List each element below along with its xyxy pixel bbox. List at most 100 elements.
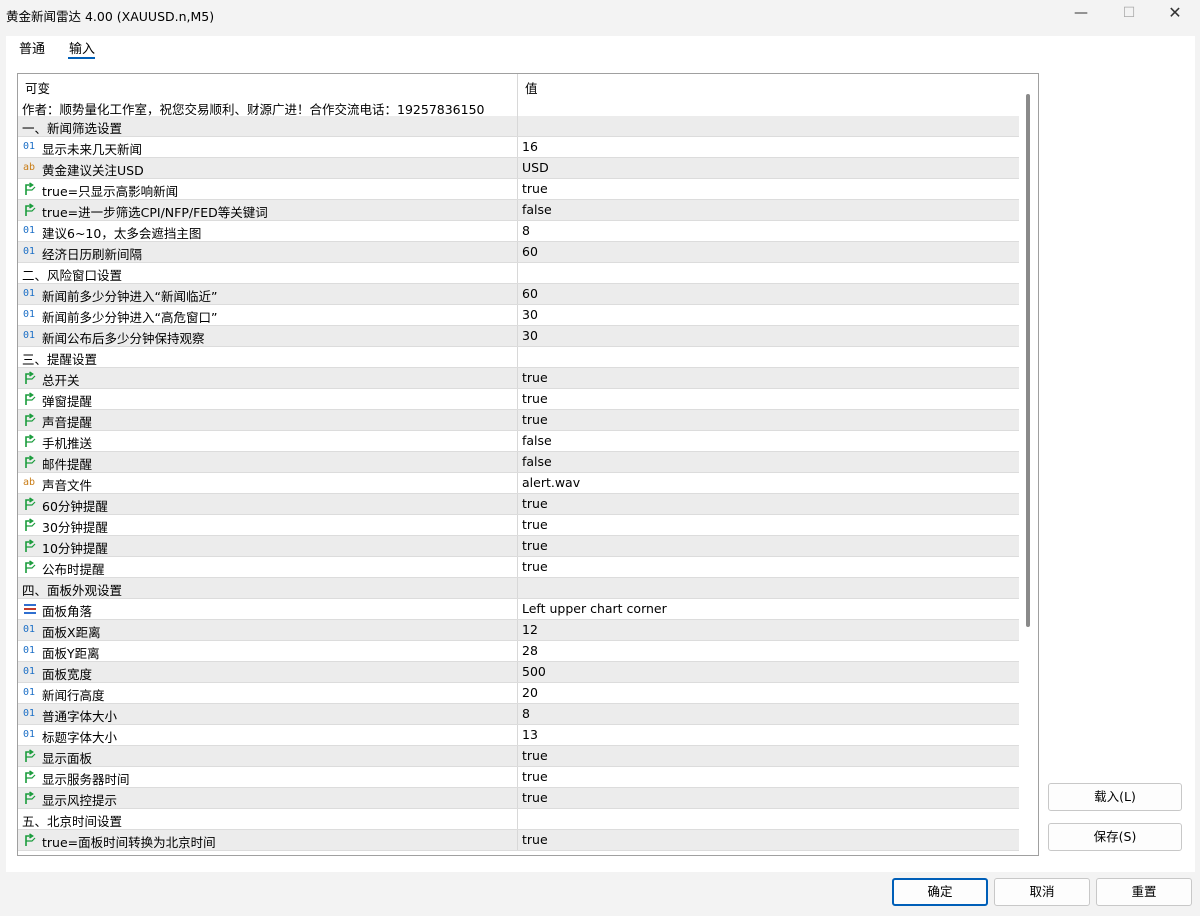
param-name-cell: 一、新闻筛选设置 [18,116,518,136]
param-value[interactable]: false [522,454,552,469]
param-value[interactable]: 16 [522,139,538,154]
param-row[interactable]: 显示服务器时间 true [18,767,1019,788]
scrollbar-thumb[interactable] [1026,94,1030,627]
close-button[interactable]: ✕ [1152,0,1198,28]
param-row[interactable]: 01 标题字体大小 13 [18,725,1019,746]
param-value[interactable]: true [522,370,548,385]
param-row[interactable]: 公布时提醒 true [18,557,1019,578]
param-value[interactable]: 28 [522,643,538,658]
param-value[interactable]: true [522,559,548,574]
save-button[interactable]: 保存(S) [1048,823,1182,851]
param-row[interactable]: 01 新闻前多少分钟进入“高危窗口” 30 [18,305,1019,326]
param-row[interactable]: 60分钟提醒 true [18,494,1019,515]
param-row[interactable]: 声音提醒 true [18,410,1019,431]
param-row[interactable]: 01 建议6~10，太多会遮挡主图 8 [18,221,1019,242]
bool-icon [23,518,37,532]
column-divider[interactable] [517,74,518,116]
integer-icon: 01 [23,708,36,719]
section-row[interactable]: 二、风险窗口设置 [18,263,1019,284]
param-row[interactable]: 01 普通字体大小 8 [18,704,1019,725]
section-row[interactable]: 三、提醒设置 [18,347,1019,368]
ok-button[interactable]: 确定 [892,878,988,906]
bool-icon [23,539,37,553]
reset-button[interactable]: 重置 [1096,878,1192,906]
param-label: true=只显示高影响新闻 [42,184,179,199]
param-label: true=进一步筛选CPI/NFP/FED等关键词 [42,205,268,220]
param-label: 一、新闻筛选设置 [22,121,123,136]
param-row[interactable]: true=只显示高影响新闻 true [18,179,1019,200]
param-row[interactable]: 01 新闻公布后多少分钟保持观察 30 [18,326,1019,347]
param-value[interactable]: true [522,769,548,784]
param-row[interactable]: 01 新闻行高度 20 [18,683,1019,704]
param-value[interactable]: true [522,538,548,553]
param-name-cell: 01 面板X距离 [18,620,518,640]
param-row[interactable]: 30分钟提醒 true [18,515,1019,536]
minimize-button[interactable]: — [1058,0,1104,28]
param-row[interactable]: ab 黄金建议关注USD USD [18,158,1019,179]
section-row[interactable]: 五、北京时间设置 [18,809,1019,830]
param-value[interactable]: 20 [522,685,538,700]
param-row[interactable]: ab 声音文件 alert.wav [18,473,1019,494]
param-value[interactable]: 60 [522,286,538,301]
param-value[interactable]: Left upper chart corner [522,601,667,616]
param-value[interactable]: false [522,433,552,448]
param-name-cell: true=进一步筛选CPI/NFP/FED等关键词 [18,200,518,220]
column-header-value[interactable]: 值 [525,78,538,97]
param-row[interactable]: 01 面板Y距离 28 [18,641,1019,662]
param-row[interactable]: 01 新闻前多少分钟进入“新闻临近” 60 [18,284,1019,305]
tab-inputs[interactable]: 输入 [69,38,95,57]
param-row[interactable]: 10分钟提醒 true [18,536,1019,557]
param-value[interactable]: 500 [522,664,546,679]
maximize-button[interactable]: ☐ [1106,0,1152,28]
section-row[interactable]: 四、面板外观设置 [18,578,1019,599]
param-value[interactable]: 30 [522,328,538,343]
param-value[interactable]: 13 [522,727,538,742]
param-value[interactable]: 60 [522,244,538,259]
param-row[interactable]: 01 显示未来几天新闻 16 [18,137,1019,158]
param-value[interactable]: 30 [522,307,538,322]
param-row[interactable]: 总开关 true [18,368,1019,389]
param-value[interactable]: false [522,202,552,217]
param-name-cell: 显示面板 [18,746,518,766]
column-header-variable[interactable]: 可变 [25,78,50,97]
param-name-cell: 弹窗提醒 [18,389,518,409]
param-label: 公布时提醒 [42,562,105,577]
param-value[interactable]: 12 [522,622,538,637]
param-label: 邮件提醒 [42,457,93,472]
param-row[interactable]: 显示面板 true [18,746,1019,767]
param-row[interactable]: 手机推送 false [18,431,1019,452]
param-name-cell: 01 新闻前多少分钟进入“高危窗口” [18,305,518,325]
tab-common[interactable]: 普通 [19,38,45,57]
param-name-cell: 60分钟提醒 [18,494,518,514]
param-value[interactable]: USD [522,160,549,175]
param-label: 面板X距离 [42,625,101,640]
param-value[interactable]: true [522,517,548,532]
bool-icon [23,833,37,847]
param-value[interactable]: true [522,181,548,196]
load-button[interactable]: 载入(L) [1048,783,1182,811]
cancel-button[interactable]: 取消 [994,878,1090,906]
param-row[interactable]: 弹窗提醒 true [18,389,1019,410]
param-row[interactable]: 邮件提醒 false [18,452,1019,473]
section-row[interactable]: 一、新闻筛选设置 [18,116,1019,137]
param-value[interactable]: true [522,412,548,427]
param-value[interactable]: true [522,748,548,763]
param-value[interactable]: 8 [522,223,530,238]
vertical-scrollbar[interactable] [1020,74,1037,855]
param-label: 普通字体大小 [42,709,118,724]
param-row[interactable]: 01 面板X距离 12 [18,620,1019,641]
param-row[interactable]: 01 经济日历刷新间隔 60 [18,242,1019,263]
param-value[interactable]: true [522,496,548,511]
param-value[interactable]: true [522,391,548,406]
param-row[interactable]: true=进一步筛选CPI/NFP/FED等关键词 false [18,200,1019,221]
bool-icon [23,413,37,427]
param-row[interactable]: true=面板时间转换为北京时间 true [18,830,1019,851]
param-value[interactable]: alert.wav [522,475,580,490]
bool-icon [23,791,37,805]
param-row[interactable]: 01 面板宽度 500 [18,662,1019,683]
param-value[interactable]: true [522,790,548,805]
param-value[interactable]: 8 [522,706,530,721]
param-row[interactable]: 面板角落 Left upper chart corner [18,599,1019,620]
param-row[interactable]: 显示风控提示 true [18,788,1019,809]
param-value[interactable]: true [522,832,548,847]
